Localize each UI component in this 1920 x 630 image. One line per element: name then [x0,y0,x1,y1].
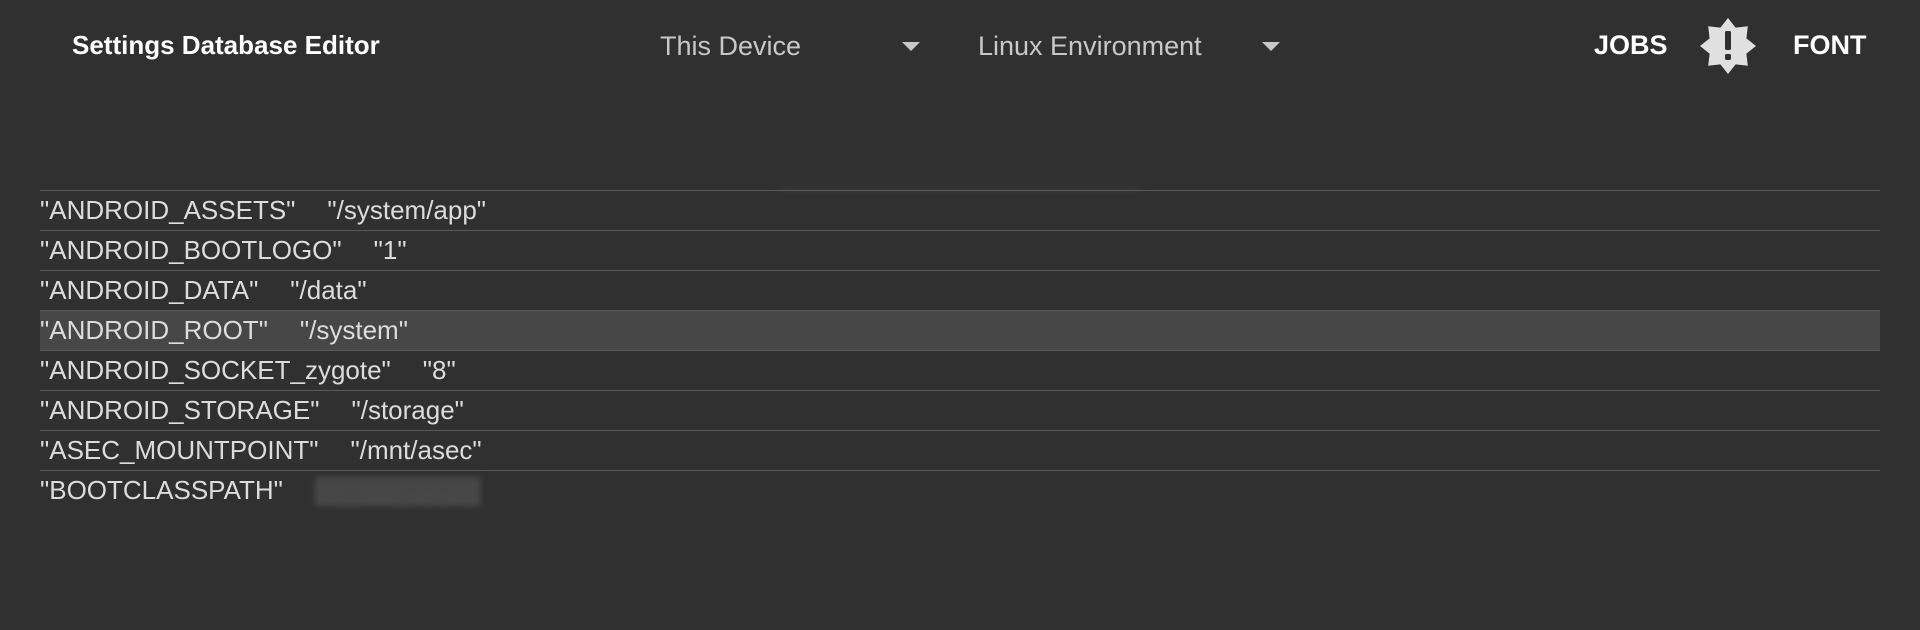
list-item[interactable]: "ASEC_MOUNTPOINT" "/mnt/asec" [40,431,1880,471]
env-value: "/data" [290,275,367,305]
environment-variable-list: "ANDROID_ASSETS" "/system/app" "ANDROID_… [40,190,1880,510]
environment-selector[interactable]: Linux Environment [978,28,1280,64]
top-toolbar: Settings Database Editor This Device Lin… [0,0,1920,96]
env-value-blurred: ▒▒▒▒▒▒▒▒▒ [314,475,481,505]
env-key: "ANDROID_DATA" [40,275,259,305]
app-title: Settings Database Editor [72,30,380,60]
list-item[interactable]: "ANDROID_ASSETS" "/system/app" [40,191,1880,231]
env-key: "ANDROID_BOOTLOGO" [40,235,342,265]
env-key: "ANDROID_ROOT" [40,315,268,345]
env-value: "/mnt/asec" [350,435,482,465]
alert-button[interactable] [1698,16,1758,76]
list-item[interactable]: "ANDROID_DATA" "/data" [40,271,1880,311]
env-key: "ANDROID_SOCKET_zygote" [40,355,391,385]
env-key: "ANDROID_ASSETS" [40,195,296,225]
device-selector[interactable]: This Device [660,28,920,64]
env-value: "/storage" [351,395,464,425]
arrow-drop-down-icon [902,42,920,51]
env-value: "/system/app" [327,195,487,225]
list-item[interactable]: "ANDROID_SOCKET_zygote" "8" [40,351,1880,391]
list-item[interactable]: "ANDROID_STORAGE" "/storage" [40,391,1880,431]
jobs-button[interactable]: JOBS [1594,30,1668,61]
list-item[interactable]: "ANDROID_BOOTLOGO" "1" [40,231,1880,271]
env-key: "ANDROID_STORAGE" [40,395,320,425]
env-value: "1" [373,235,407,265]
device-selector-value: This Device [660,30,802,61]
env-key: "ASEC_MOUNTPOINT" [40,435,319,465]
env-key: "BOOTCLASSPATH" [40,475,283,505]
env-value: "8" [422,355,456,385]
env-value: "/system" [299,315,408,345]
font-button[interactable]: FONT [1793,30,1867,61]
environment-selector-value: Linux Environment [978,30,1202,61]
list-item-selected[interactable]: "ANDROID_ROOT" "/system" [40,311,1880,351]
alert-badge-icon [1700,18,1756,74]
list-item[interactable]: "BOOTCLASSPATH" ▒▒▒▒▒▒▒▒▒ [40,471,1880,510]
arrow-drop-down-icon [1262,42,1280,51]
